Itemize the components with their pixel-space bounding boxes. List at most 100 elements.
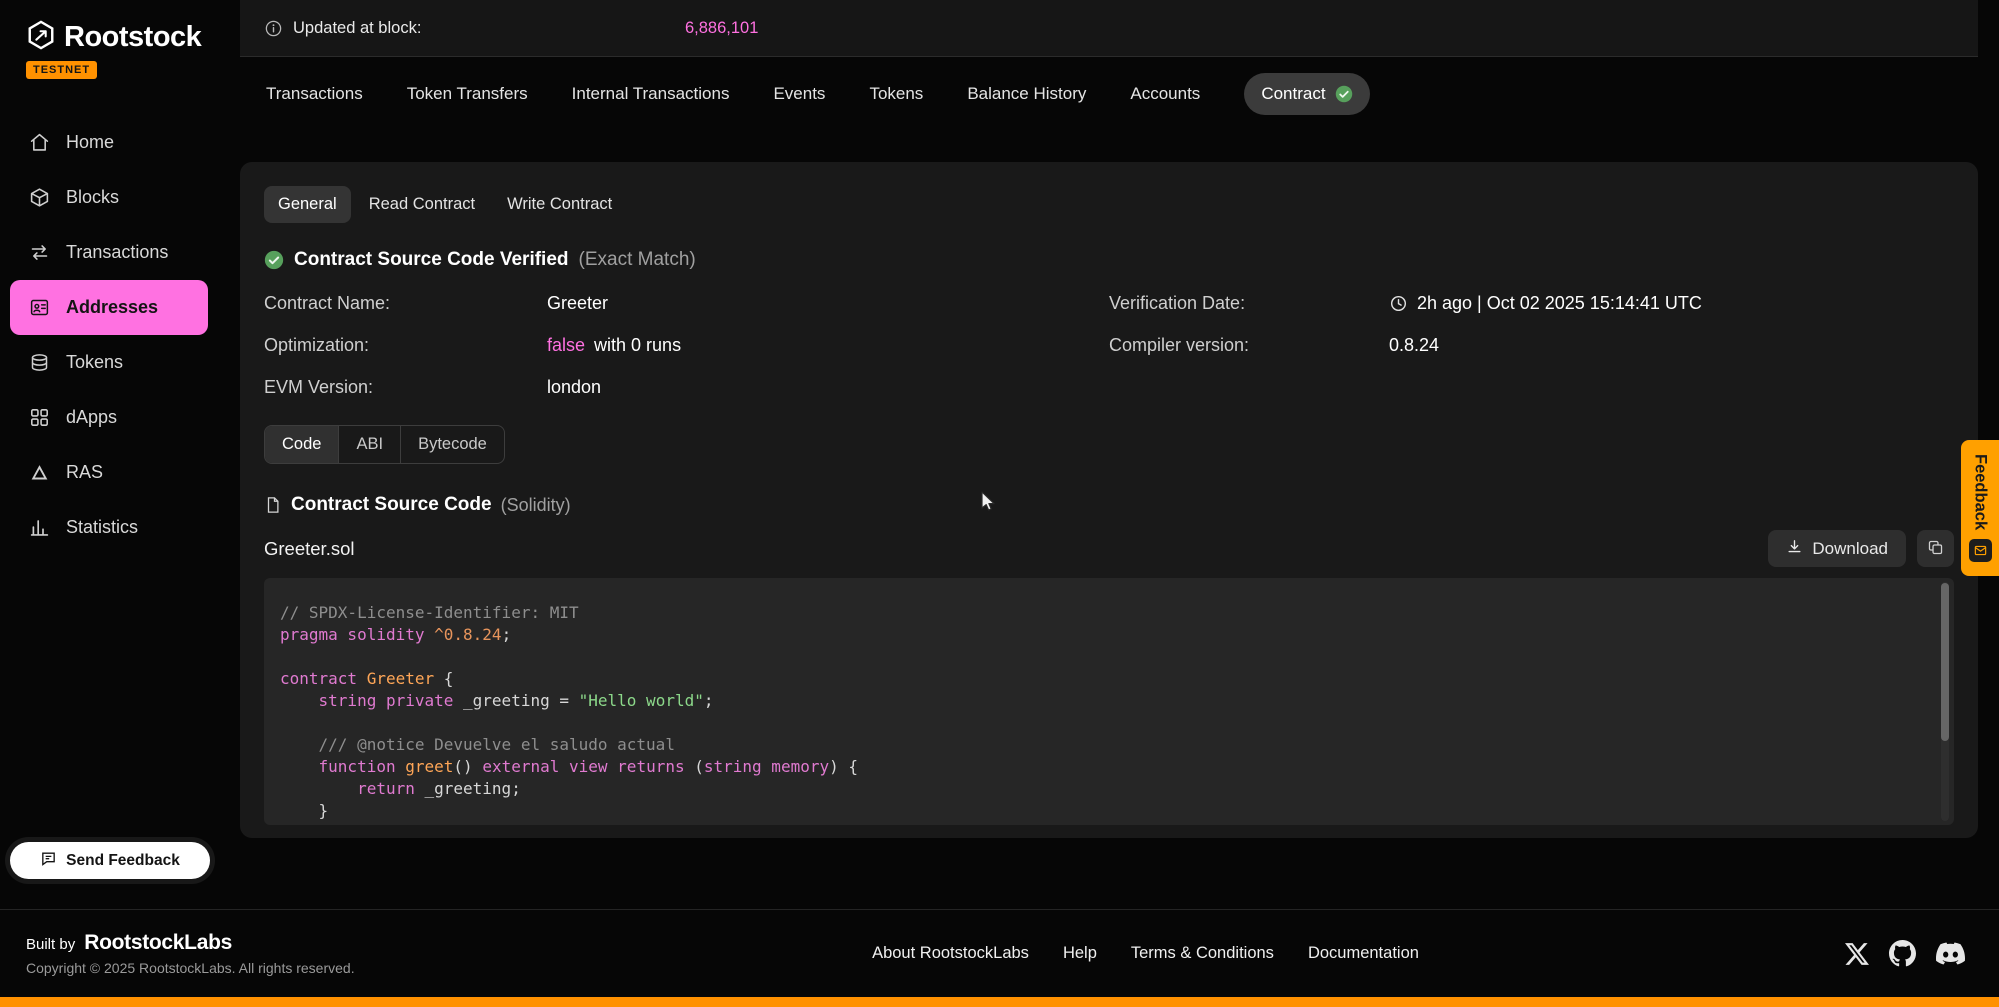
field-label: Contract Name: [264, 293, 547, 314]
code-tabs: CodeABIBytecode [264, 425, 505, 464]
feedback-tab-label: Feedback [1971, 454, 1990, 530]
updated-at-block-label: Updated at block: [293, 19, 421, 38]
code-line: // SPDX-License-Identifier: MIT [280, 602, 1938, 624]
footer-brand-block: Built by RootstockLabs Copyright © 2025 … [26, 931, 446, 976]
source-code-block[interactable]: // SPDX-License-Identifier: MITpragma so… [264, 578, 1954, 825]
field-label: EVM Version: [264, 377, 547, 398]
codetab-code[interactable]: Code [265, 426, 338, 463]
github-icon[interactable] [1889, 940, 1916, 967]
verified-check-icon [1335, 85, 1353, 103]
fields-right: Verification Date:2h ago | Oct 02 2025 1… [1109, 293, 1954, 419]
field-label: Compiler version: [1109, 335, 1389, 356]
sidebar-item-label: Addresses [66, 297, 158, 318]
copy-button[interactable] [1917, 530, 1954, 567]
send-feedback-button[interactable]: Send Feedback [10, 842, 210, 879]
footer-link-about-rootstocklabs[interactable]: About RootstockLabs [872, 944, 1029, 963]
code-line: contract Greeter { [280, 668, 1938, 690]
sidebar-item-transactions[interactable]: Transactions [0, 225, 218, 280]
tabs-row: Transactions Token Transfers Internal Tran… [240, 57, 1978, 131]
sidebar-item-statistics[interactable]: Statistics [0, 500, 218, 555]
tab-accounts[interactable]: Accounts [1130, 84, 1200, 104]
feedback-tab[interactable]: Feedback [1961, 440, 1999, 576]
footer-link-documentation[interactable]: Documentation [1308, 944, 1419, 963]
feedback-message-icon [40, 850, 57, 872]
code-line: } [280, 800, 1938, 822]
brand[interactable]: Rootstock TESTNET [0, 0, 218, 79]
copyright-text: Copyright © 2025 RootstockLabs. All righ… [26, 960, 446, 976]
sidebar-item-label: RAS [66, 462, 103, 483]
sidebar-item-label: dApps [66, 407, 117, 428]
blocks-icon [28, 187, 50, 209]
rootstocklabs-link[interactable]: RootstockLabs [84, 931, 232, 955]
sidebar-item-home[interactable]: Home [0, 115, 218, 170]
tab-label: Token Transfers [407, 84, 528, 103]
tab-balance-history[interactable]: Balance History [967, 84, 1086, 104]
verified-row: Contract Source Code Verified (Exact Mat… [264, 249, 1954, 271]
discord-icon[interactable] [1936, 939, 1965, 968]
built-by-label: Built by [26, 936, 75, 953]
sidebar-item-ras[interactable]: RAS [0, 445, 218, 500]
brand-name: Rootstock [64, 21, 201, 54]
tab-contract[interactable]: Contract [1244, 73, 1369, 115]
sidebar-item-dapps[interactable]: dApps [0, 390, 218, 445]
main-content: Updated at block: 6,886,101 Transactions… [240, 0, 1978, 909]
subtab-general[interactable]: General [264, 186, 351, 223]
tab-tokens[interactable]: Tokens [869, 84, 923, 104]
download-button[interactable]: Download [1768, 530, 1906, 567]
bottom-accent-strip [0, 997, 1999, 1007]
code-line: /// @notice Devuelve el saludo actual [280, 734, 1938, 756]
code-line: return _greeting; [280, 778, 1938, 800]
tab-token-transfers[interactable]: Token Transfers [407, 84, 528, 104]
code-line: string private _greeting = "Hello world"… [280, 690, 1938, 712]
field-contract-name: Contract Name:Greeter [264, 293, 1109, 314]
field-label: Verification Date: [1109, 293, 1389, 314]
source-language: (Solidity) [501, 495, 571, 516]
x-icon[interactable] [1845, 942, 1869, 966]
tab-events[interactable]: Events [773, 84, 825, 104]
field-optimization: Optimization:false with 0 runs [264, 335, 1109, 356]
tab-label: Transactions [266, 84, 363, 103]
sidebar-item-label: Transactions [66, 242, 168, 263]
code-scrollbar-thumb[interactable] [1941, 583, 1949, 741]
contract-fields: Contract Name:Greeter Optimization:false … [264, 293, 1954, 419]
field-label: Optimization: [264, 335, 547, 356]
footer-link-terms-conditions[interactable]: Terms & Conditions [1131, 944, 1274, 963]
field-evm-version: EVM Version:london [264, 377, 1109, 398]
tab-label: Tokens [869, 84, 923, 103]
copy-icon [1927, 539, 1944, 559]
code-line: pragma solidity ^0.8.24; [280, 624, 1938, 646]
verified-title: Contract Source Code Verified [294, 249, 569, 271]
subtab-read-contract[interactable]: Read Contract [355, 186, 489, 223]
download-label: Download [1812, 539, 1888, 559]
info-icon [264, 19, 283, 38]
sidebar-item-tokens[interactable]: Tokens [0, 335, 218, 390]
verified-note: (Exact Match) [579, 249, 696, 271]
tab-label: Contract [1261, 84, 1325, 104]
download-icon [1786, 538, 1803, 560]
tab-label: Accounts [1130, 84, 1200, 103]
sidebar-item-label: Blocks [66, 187, 119, 208]
code-line [280, 712, 1938, 734]
tab-transactions[interactable]: Transactions [266, 84, 363, 104]
clock-icon [1389, 294, 1408, 313]
field-value: 0.8.24 [1389, 335, 1439, 356]
sidebar-item-blocks[interactable]: Blocks [0, 170, 218, 225]
code-line: function greet() external view returns (… [280, 756, 1938, 778]
block-number-link[interactable]: 6,886,101 [685, 19, 758, 38]
field-value: london [547, 377, 601, 398]
subtab-write-contract[interactable]: Write Contract [493, 186, 626, 223]
updated-block-bar: Updated at block: 6,886,101 [240, 0, 1978, 57]
sidebar-item-label: Tokens [66, 352, 123, 373]
field-compiler-version: Compiler version:0.8.24 [1109, 335, 1954, 356]
feedback-envelope-icon [1969, 539, 1992, 562]
footer-social [1845, 939, 1965, 968]
footer-link-help[interactable]: Help [1063, 944, 1097, 963]
tab-label: Balance History [967, 84, 1086, 103]
code-line [280, 646, 1938, 668]
source-code: // SPDX-License-Identifier: MITpragma so… [264, 578, 1954, 825]
codetab-bytecode[interactable]: Bytecode [400, 426, 504, 463]
ras-icon [28, 462, 50, 484]
sidebar-item-addresses[interactable]: Addresses [10, 280, 208, 335]
tab-internal-transactions[interactable]: Internal Transactions [572, 84, 730, 104]
codetab-abi[interactable]: ABI [338, 426, 400, 463]
